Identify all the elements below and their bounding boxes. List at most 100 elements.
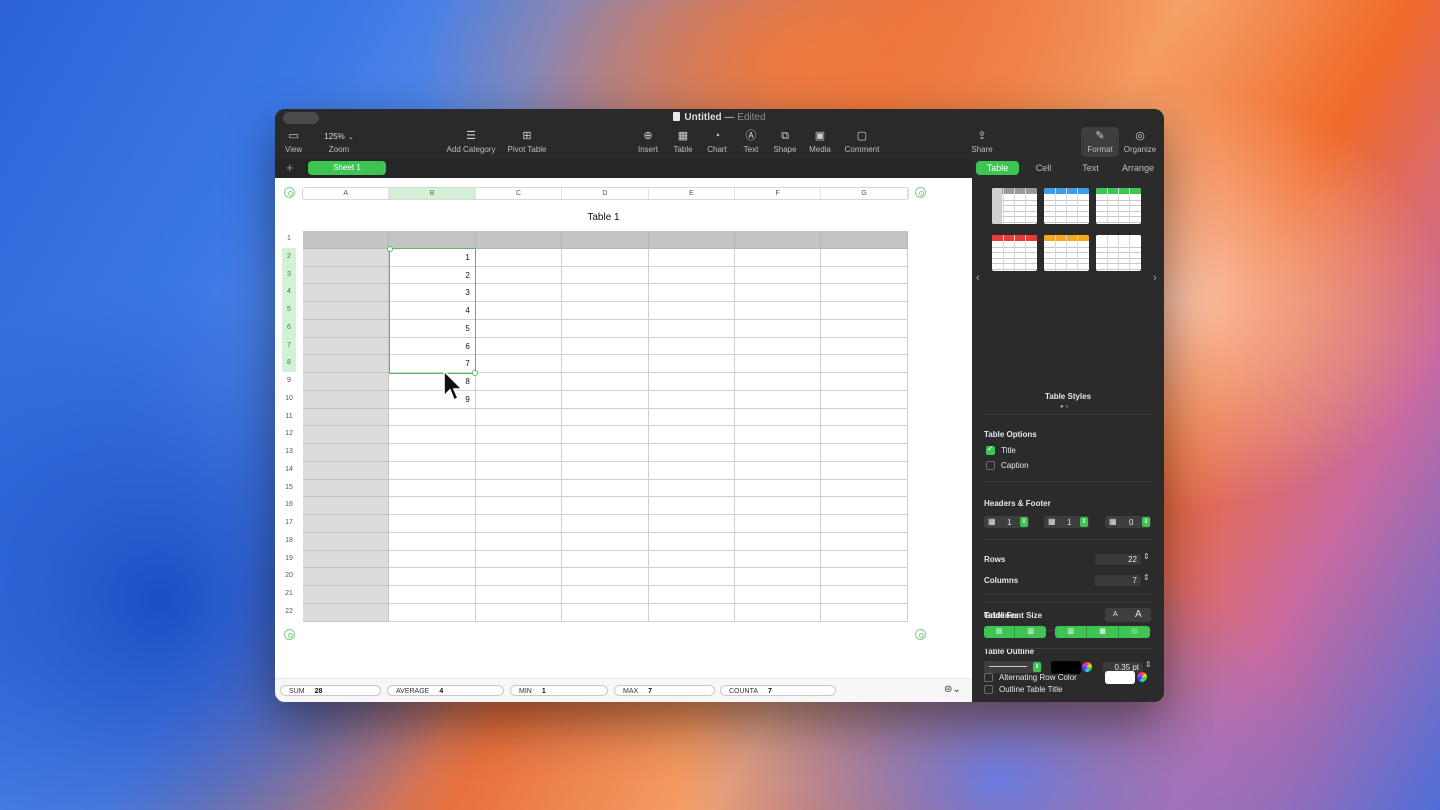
vertical-gridlines-icon[interactable]: ▥ — [1015, 626, 1046, 638]
cell-b11[interactable] — [389, 408, 476, 427]
cell-e12[interactable] — [648, 426, 735, 444]
cell-d10[interactable] — [562, 390, 649, 409]
cell-d12[interactable] — [562, 426, 649, 444]
cell-f2[interactable] — [735, 248, 822, 267]
cell-c7[interactable] — [475, 337, 563, 356]
cell-d3[interactable] — [562, 266, 649, 285]
cell-e13[interactable] — [648, 444, 735, 462]
cell-f6[interactable] — [735, 319, 822, 338]
cell-d22[interactable] — [562, 603, 649, 622]
cell-e7[interactable] — [648, 337, 735, 356]
header-row-gridlines-icon[interactable]: ▦ — [1087, 626, 1119, 638]
cell-c21[interactable] — [475, 586, 563, 604]
cell-f8[interactable] — [735, 355, 822, 373]
cell-c9[interactable] — [475, 373, 563, 391]
table-style-3[interactable] — [1096, 188, 1141, 224]
row-header-9[interactable]: 9 — [282, 372, 296, 390]
footer-rows-stepper[interactable]: ▦ 0 ⇕ — [1105, 516, 1151, 528]
row-header-14[interactable]: 14 — [282, 461, 296, 479]
cell-c18[interactable] — [475, 532, 563, 551]
format-button[interactable]: ✎ Format — [1085, 129, 1115, 154]
cell-f14[interactable] — [735, 461, 822, 480]
cell-a20[interactable] — [303, 568, 390, 586]
row-header-10[interactable]: 10 — [282, 390, 296, 408]
cell-a15[interactable] — [303, 479, 390, 498]
cell-b4[interactable]: 3 — [389, 284, 476, 302]
cell-g11[interactable] — [821, 408, 908, 427]
cell-e15[interactable] — [648, 479, 735, 498]
cell-e17[interactable] — [648, 515, 735, 533]
cell-e9[interactable] — [648, 373, 735, 391]
cell-f18[interactable] — [735, 532, 822, 551]
cell-b12[interactable] — [389, 426, 476, 444]
cell-e16[interactable] — [648, 497, 735, 515]
cell-a7[interactable] — [303, 337, 390, 356]
cell-f13[interactable] — [735, 444, 822, 462]
max-pill[interactable]: MAX 7 — [614, 685, 715, 696]
row-header-4[interactable]: 4 — [282, 283, 296, 301]
tab-table[interactable]: Table — [976, 161, 1019, 175]
row-header-2[interactable]: 2 — [282, 247, 296, 266]
stepper-arrows-icon[interactable]: ⇕ — [1142, 517, 1150, 527]
cell-f19[interactable] — [735, 550, 822, 569]
cell-c2[interactable] — [475, 248, 563, 267]
insert-button[interactable]: ⊕ Insert — [636, 129, 660, 154]
cell-c16[interactable] — [475, 497, 563, 515]
cell-d20[interactable] — [562, 568, 649, 586]
cell-b3[interactable]: 2 — [389, 266, 476, 285]
cell-g17[interactable] — [821, 515, 908, 533]
cell-g3[interactable] — [821, 266, 908, 285]
cell-c1[interactable] — [475, 231, 563, 249]
sum-pill[interactable]: SUM 28 — [280, 685, 381, 696]
cell-f9[interactable] — [735, 373, 822, 391]
horizontal-gridlines-icon[interactable]: ▤ — [984, 626, 1015, 638]
comment-button[interactable]: ▢ Comment — [842, 129, 882, 154]
row-header-13[interactable]: 13 — [282, 443, 296, 461]
cell-d15[interactable] — [562, 479, 649, 498]
cell-d2[interactable] — [562, 248, 649, 267]
cell-e19[interactable] — [648, 550, 735, 569]
sheet-canvas[interactable]: ABCDEFG Table 1 1 2 3 4 5 6 7 8 9 10 11 12 13 14 15 16 1… — [275, 178, 972, 702]
organize-button[interactable]: ◎ Organize — [1123, 129, 1157, 154]
row-header-20[interactable]: 20 — [282, 567, 296, 585]
cell-a3[interactable] — [303, 266, 390, 285]
cell-c15[interactable] — [475, 479, 563, 498]
stepper-arrows-icon[interactable]: ⇕ — [1020, 517, 1028, 527]
cell-d5[interactable] — [562, 302, 649, 320]
cell-g7[interactable] — [821, 337, 908, 356]
table-style-6[interactable] — [1096, 235, 1141, 271]
rows-stepper-icon[interactable]: ⇕ — [1143, 552, 1150, 561]
cell-d11[interactable] — [562, 408, 649, 427]
footer-gridlines-icon[interactable]: ▤ — [1119, 626, 1150, 638]
cell-d4[interactable] — [562, 284, 649, 302]
cell-a19[interactable] — [303, 550, 390, 569]
cell-e5[interactable] — [648, 302, 735, 320]
add-row-handle[interactable] — [284, 629, 295, 640]
cell-e20[interactable] — [648, 568, 735, 586]
row-header-16[interactable]: 16 — [282, 496, 296, 514]
cell-b17[interactable] — [389, 515, 476, 533]
cell-f21[interactable] — [735, 586, 822, 604]
cell-d14[interactable] — [562, 461, 649, 480]
shape-button[interactable]: ⧉ Shape — [773, 129, 797, 154]
cell-f12[interactable] — [735, 426, 822, 444]
cell-f7[interactable] — [735, 337, 822, 356]
add-category-button[interactable]: ☰ Add Category — [445, 129, 497, 154]
cell-e4[interactable] — [648, 284, 735, 302]
table-style-1[interactable] — [992, 188, 1037, 224]
cell-a12[interactable] — [303, 426, 390, 444]
cell-b19[interactable] — [389, 550, 476, 569]
row-header-21[interactable]: 21 — [282, 585, 296, 603]
cell-a4[interactable] — [303, 284, 390, 302]
cell-d1[interactable] — [562, 231, 649, 249]
cell-a14[interactable] — [303, 461, 390, 480]
gridlines-body-toggle[interactable]: ▤ ▥ — [984, 626, 1046, 638]
cell-g14[interactable] — [821, 461, 908, 480]
cell-d16[interactable] — [562, 497, 649, 515]
cell-b7[interactable]: 6 — [389, 337, 476, 356]
cell-b21[interactable] — [389, 586, 476, 604]
row-header-19[interactable]: 19 — [282, 550, 296, 568]
cell-c13[interactable] — [475, 444, 563, 462]
cell-a2[interactable] — [303, 248, 390, 267]
cell-a18[interactable] — [303, 532, 390, 551]
